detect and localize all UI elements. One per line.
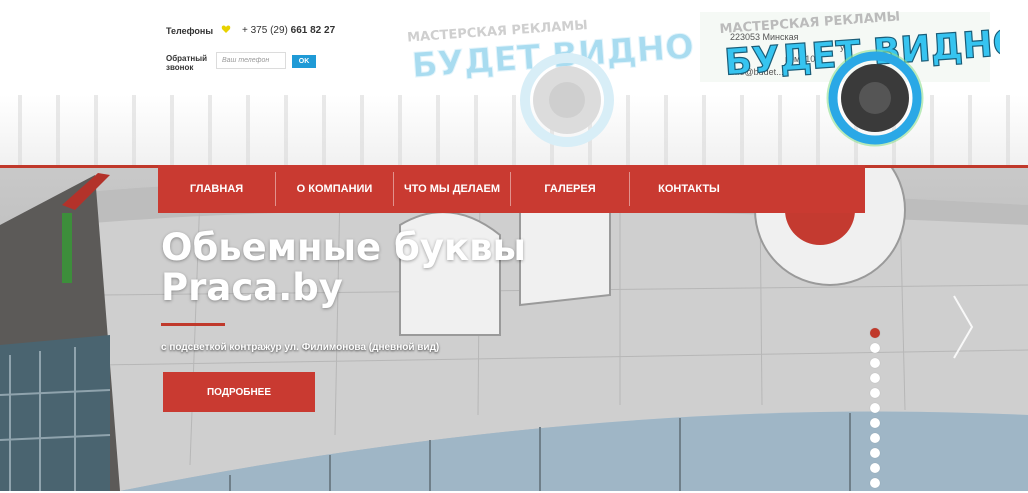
slide-title-line1: Обьемные буквы [161, 226, 526, 269]
slider-dot[interactable] [870, 403, 880, 413]
velcom-heart-icon [221, 25, 231, 33]
main-nav: ГЛАВНАЯ О КОМПАНИИ ЧТО МЫ ДЕЛАЕМ ГАЛЕРЕЯ… [158, 165, 865, 213]
nav-item-about[interactable]: О КОМПАНИИ [276, 165, 393, 213]
callback-label-line1: Обратный [166, 54, 207, 63]
slider-dot[interactable] [870, 388, 880, 398]
chevron-right-icon[interactable] [950, 292, 976, 362]
slider-dot[interactable] [870, 433, 880, 443]
site-header: Телефоны + 375 (29) 661 82 27 Обратный з… [0, 0, 1028, 165]
slide-subtitle: с подсветкой контражур ул. Филимонова (д… [161, 342, 440, 353]
slide-title: Обьемные буквы Praca.by [161, 228, 526, 308]
callback-label: Обратный звонок [166, 54, 216, 72]
phone-prefix: + 375 (29) [242, 25, 288, 36]
callback-phone-input[interactable] [216, 52, 286, 69]
nav-item-services[interactable]: ЧТО МЫ ДЕЛАЕМ [394, 165, 510, 213]
phone-number[interactable]: + 375 (29) 661 82 27 [242, 25, 335, 36]
slider-dot[interactable] [870, 418, 880, 428]
slider-dot[interactable] [870, 373, 880, 383]
slider-dot[interactable] [870, 478, 880, 488]
more-button[interactable]: ПОДРОБНЕЕ [163, 372, 315, 412]
slider-dot[interactable] [870, 358, 880, 368]
nav-item-gallery[interactable]: ГАЛЕРЕЯ [511, 165, 629, 213]
slider-dot[interactable] [870, 328, 880, 338]
slide-title-line2: Praca.by [161, 266, 343, 309]
slider-dot[interactable] [870, 448, 880, 458]
nav-item-contacts[interactable]: КОНТАКТЫ [630, 165, 748, 213]
phone-digits: 661 82 27 [290, 25, 336, 36]
phone-label: Телефоны [166, 26, 214, 36]
callback-ok-button[interactable]: OK [292, 55, 316, 68]
nav-item-home[interactable]: ГЛАВНАЯ [158, 165, 275, 213]
slider-pagination [870, 328, 882, 493]
callback-label-line2: звонок [166, 63, 194, 72]
title-underline [161, 323, 225, 326]
slider-dot[interactable] [870, 463, 880, 473]
slider-dot[interactable] [870, 343, 880, 353]
logo-highlight: МАСТЕРСКАЯ РЕКЛАМЫ 223053 Минская ул. ко… [700, 9, 1000, 147]
logo[interactable]: МАСТЕРСКАЯ РЕКЛАМЫ БУДЕТ ВИДНО [395, 0, 695, 150]
